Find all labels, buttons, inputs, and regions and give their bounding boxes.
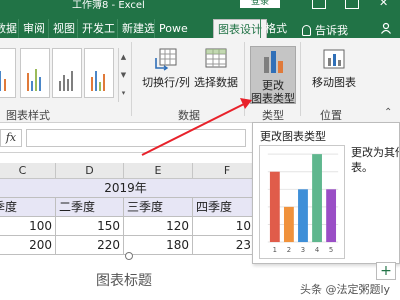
preview-bar bbox=[312, 154, 322, 243]
preview-tick-label: 2 bbox=[287, 246, 291, 254]
preview-bar bbox=[326, 189, 337, 243]
preview-tick-label: 4 bbox=[315, 246, 319, 254]
change-chart-type-tooltip: 更改图表类型 1 2 3 4 5 更改为其他 表。 bbox=[252, 122, 400, 264]
tooltip-description: 更改为其他 表。 bbox=[351, 145, 399, 175]
tooltip-preview-chart: 1 2 3 4 5 bbox=[259, 145, 345, 259]
preview-tick-label: 5 bbox=[329, 246, 333, 254]
watermark: 头条 @法定粥题ly bbox=[300, 283, 391, 296]
preview-tick-label: 1 bbox=[273, 246, 277, 254]
tooltip-description-line: 表。 bbox=[351, 161, 373, 174]
tooltip-title: 更改图表类型 bbox=[260, 130, 326, 143]
preview-bar bbox=[298, 189, 308, 243]
preview-bar bbox=[269, 171, 280, 243]
preview-tick-label: 3 bbox=[301, 246, 305, 254]
chart-elements-plus-icon[interactable]: + bbox=[376, 262, 396, 280]
tooltip-description-line: 更改为其他 bbox=[351, 146, 399, 159]
preview-bar bbox=[283, 206, 294, 243]
